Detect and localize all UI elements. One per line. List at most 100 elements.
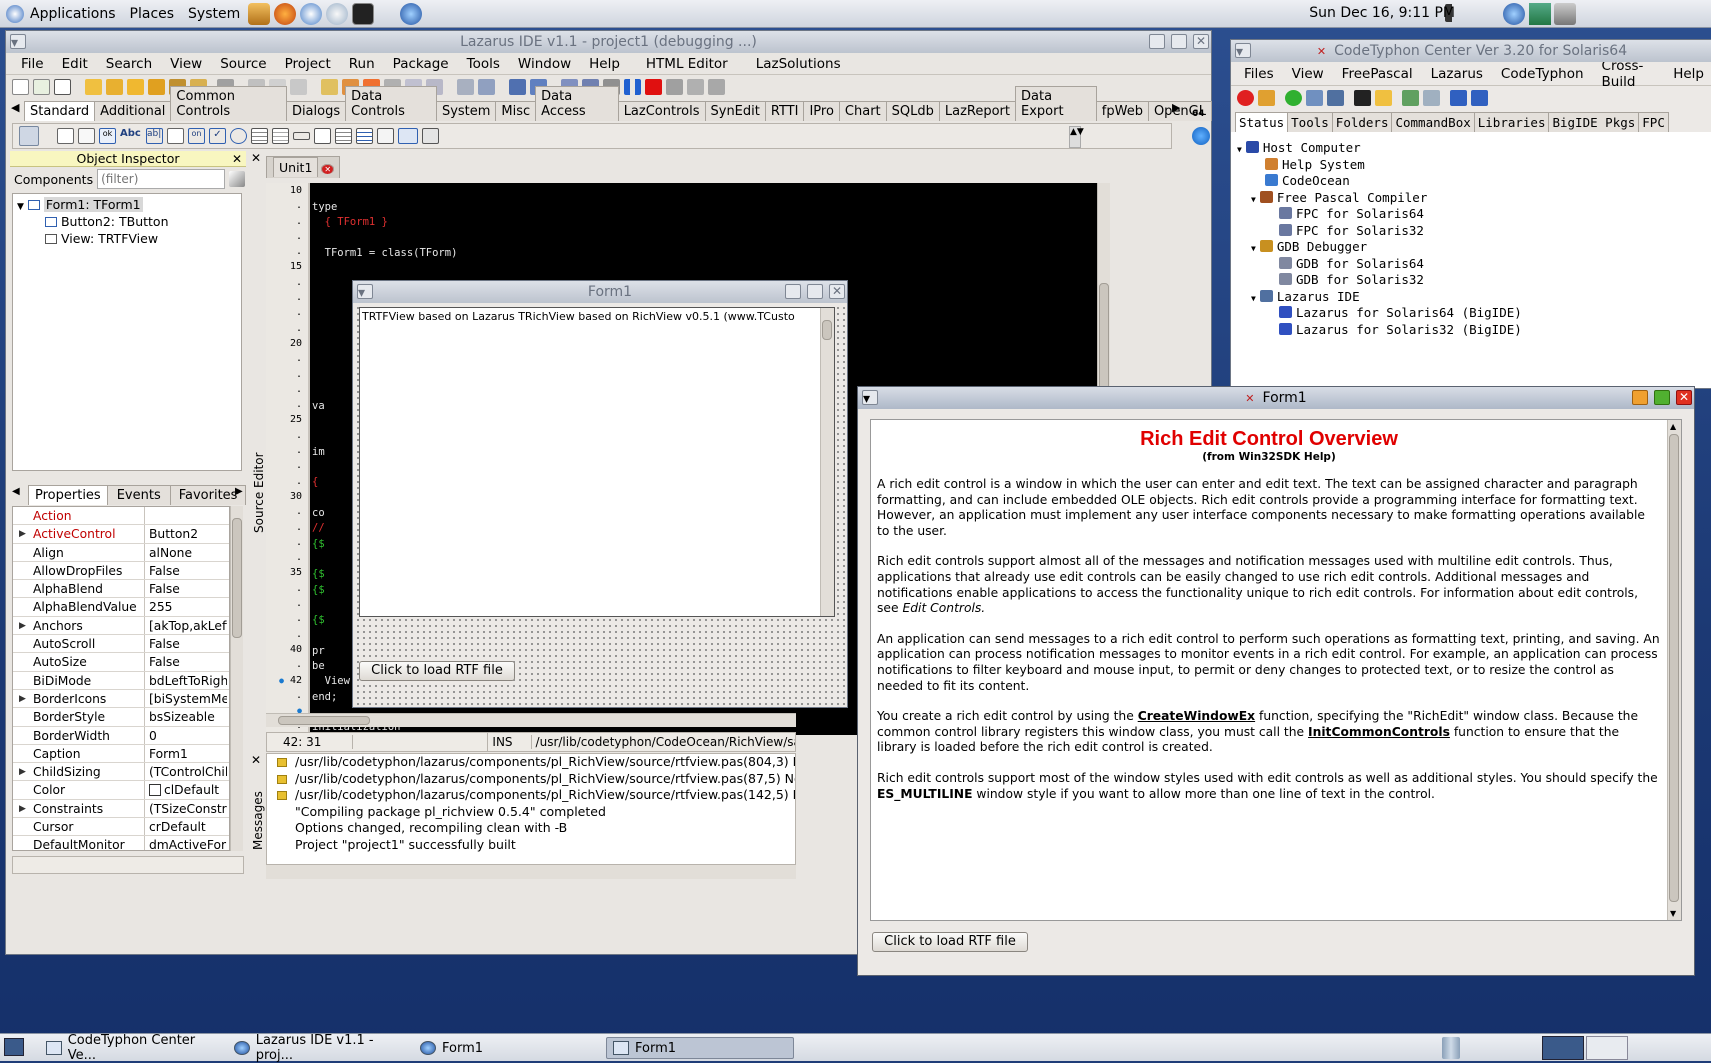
step-over-icon[interactable] bbox=[687, 79, 704, 95]
open-project-icon[interactable] bbox=[148, 79, 165, 95]
expand-icon[interactable]: ▶ bbox=[19, 690, 26, 707]
tree-expand-icon[interactable]: ▼ bbox=[1251, 294, 1256, 303]
ctc-tree-node[interactable]: ▼ Free Pascal Compiler bbox=[1237, 190, 1707, 207]
ctc-tree-node[interactable]: Lazarus for Solaris32 (BigIDE) bbox=[1237, 322, 1707, 339]
expand-icon[interactable]: ▶ bbox=[19, 525, 26, 542]
project-options-icon[interactable] bbox=[321, 79, 338, 95]
menu-system[interactable]: System bbox=[188, 6, 240, 22]
tpopupmenu-icon[interactable] bbox=[78, 128, 95, 144]
expand-icon[interactable]: ▶ bbox=[19, 800, 26, 817]
message-item[interactable]: Project "project1" successfully built bbox=[267, 837, 795, 854]
property-row[interactable]: AutoScroll False bbox=[13, 635, 229, 654]
ctc-menu-view[interactable]: View bbox=[1283, 66, 1333, 82]
ctc-tab-status[interactable]: Status bbox=[1235, 112, 1289, 132]
ctc-titlebar[interactable]: ▾ ✕ CodeTyphon Center Ver 3.20 for Solar… bbox=[1231, 40, 1711, 62]
doc-link-createwindowex[interactable]: CreateWindowEx bbox=[1138, 709, 1255, 723]
stop-icon[interactable] bbox=[645, 79, 662, 95]
ctc-menu-files[interactable]: Files bbox=[1235, 66, 1283, 82]
messages-hscrollbar[interactable] bbox=[266, 865, 796, 879]
property-value[interactable]: crDefault bbox=[145, 818, 227, 835]
property-value[interactable]: alNone bbox=[145, 544, 227, 561]
ctc-tree-node[interactable]: FPC for Solaris32 bbox=[1237, 223, 1707, 240]
distro-logo-icon[interactable] bbox=[6, 4, 24, 23]
ctc-tree-node[interactable]: CodeOcean bbox=[1237, 173, 1707, 190]
tgroupbox-icon[interactable] bbox=[314, 128, 331, 144]
doc-link-initcommoncontrols[interactable]: InitCommonControls bbox=[1308, 725, 1450, 739]
property-row[interactable]: AutoSize False bbox=[13, 653, 229, 672]
property-value[interactable]: False bbox=[145, 653, 227, 670]
design-form1-maximize-button[interactable] bbox=[807, 284, 823, 299]
form1-titlebar[interactable]: ▾ ✕ Form1 ✕ bbox=[858, 387, 1694, 409]
property-grid-scrollbar[interactable] bbox=[230, 506, 243, 851]
ctc-tree-node[interactable]: GDB for Solaris64 bbox=[1237, 256, 1707, 273]
taskbar-codetyphon[interactable]: CodeTyphon Center Ve... bbox=[40, 1033, 224, 1063]
expand-icon[interactable]: ▶ bbox=[19, 763, 26, 780]
ctc-stop-icon[interactable] bbox=[1237, 90, 1254, 106]
form1-rtfview[interactable]: Rich Edit Control Overview (from Win32SD… bbox=[870, 419, 1682, 921]
property-row[interactable]: DefaultMonitordmActiveForm bbox=[13, 836, 229, 850]
ctc-tree-node[interactable]: GDB for Solaris32 bbox=[1237, 272, 1707, 289]
ctc-tree-node[interactable]: ▼ Lazarus IDE bbox=[1237, 289, 1707, 306]
inspector-close-icon[interactable]: ✕ bbox=[232, 151, 242, 167]
clock[interactable]: Sun Dec 16, 9:11 PM bbox=[1309, 5, 1455, 21]
update-icon[interactable] bbox=[326, 2, 349, 25]
property-row[interactable]: Caption Form1 bbox=[13, 744, 229, 764]
design-form1-titlebar[interactable]: ▾ Form1 ✕ bbox=[353, 281, 847, 303]
ctc-tree-node[interactable]: Lazarus for Solaris64 (BigIDE) bbox=[1237, 305, 1707, 322]
menu-tools[interactable]: Tools bbox=[458, 56, 509, 72]
ctc-download-icon[interactable] bbox=[1258, 90, 1275, 106]
property-row[interactable]: ▶ BorderIcons [biSystemMer bbox=[13, 689, 229, 709]
download-arrow-icon[interactable] bbox=[1192, 127, 1210, 145]
ctc-tab-libraries[interactable]: Libraries bbox=[1473, 112, 1550, 132]
taskbar-lazarus[interactable]: Lazarus IDE v1.1 - proj... bbox=[228, 1033, 412, 1063]
form1-close-button[interactable]: ✕ bbox=[1676, 390, 1692, 405]
property-row[interactable]: AlphaBlendValue 255 bbox=[13, 598, 229, 617]
property-row[interactable]: AlphaBlend False bbox=[13, 580, 229, 599]
palette-tab-system[interactable]: System bbox=[435, 101, 497, 121]
tree-expand-icon[interactable]: ▼ bbox=[1237, 145, 1242, 154]
tbutton-icon[interactable]: ok bbox=[99, 128, 116, 144]
property-value[interactable]: False bbox=[145, 580, 227, 597]
taskbar-form1[interactable]: Form1 bbox=[606, 1037, 794, 1059]
ctc-folder-icon[interactable] bbox=[1375, 90, 1392, 106]
ttogglebox-icon[interactable]: on bbox=[188, 128, 205, 144]
tree-expand-icon[interactable]: ▼ bbox=[1251, 195, 1256, 204]
menu-places[interactable]: Places bbox=[130, 6, 175, 22]
message-item[interactable]: "Compiling package pl_richview 0.5.4" co… bbox=[267, 804, 795, 821]
find-in-files-icon[interactable] bbox=[478, 79, 495, 95]
step-out-icon[interactable] bbox=[708, 79, 725, 95]
select-pointer-icon[interactable] bbox=[19, 126, 39, 146]
property-value[interactable] bbox=[145, 507, 227, 524]
tcheckbox-icon[interactable]: ✓ bbox=[209, 128, 226, 144]
workspace-switcher[interactable] bbox=[1542, 1036, 1584, 1060]
tframe-icon[interactable] bbox=[398, 128, 418, 144]
palette-tab-data-export[interactable]: Data Export bbox=[1015, 86, 1097, 121]
editor-hscrollbar[interactable] bbox=[266, 713, 796, 727]
menu-package[interactable]: Package bbox=[384, 56, 458, 72]
open-recent-icon[interactable] bbox=[106, 79, 123, 95]
menu-html-editor[interactable]: HTML Editor bbox=[637, 56, 737, 72]
menu-view[interactable]: View bbox=[161, 56, 211, 72]
expand-icon[interactable]: ▶ bbox=[19, 617, 26, 634]
minimize-button[interactable] bbox=[1149, 34, 1165, 49]
palette-tab-dialogs[interactable]: Dialogs bbox=[285, 101, 347, 121]
property-row[interactable]: Cursor crDefault bbox=[13, 818, 229, 837]
close-button[interactable]: ✕ bbox=[1193, 34, 1209, 49]
message-item[interactable]: /usr/lib/codetyphon/lazarus/components/p… bbox=[267, 754, 795, 771]
ctc-menu-freepascal[interactable]: FreePascal bbox=[1333, 66, 1422, 82]
tcombobox-icon[interactable] bbox=[272, 128, 289, 144]
palette-tab-standard[interactable]: Standard bbox=[24, 101, 96, 121]
property-value[interactable]: bdLeftToRight bbox=[145, 672, 227, 689]
ctc-tab-commandbox[interactable]: CommandBox bbox=[1391, 112, 1475, 132]
property-value[interactable]: bsSizeable bbox=[145, 708, 227, 725]
new-form-icon[interactable] bbox=[33, 79, 50, 95]
open-package-icon[interactable] bbox=[127, 79, 144, 95]
property-value[interactable]: clDefault bbox=[145, 781, 227, 798]
ctc-menu-button[interactable]: ▾ bbox=[1235, 43, 1251, 60]
palette-tab-ipro[interactable]: IPro bbox=[803, 101, 840, 121]
menu-project[interactable]: Project bbox=[276, 56, 340, 72]
palette-tab-data-controls[interactable]: Data Controls bbox=[345, 86, 437, 121]
tree-node-view[interactable]: View: TRTFView bbox=[13, 230, 241, 247]
form1-menu-button[interactable]: ▾ bbox=[862, 390, 878, 407]
ctc-refresh-icon[interactable] bbox=[1285, 90, 1302, 106]
